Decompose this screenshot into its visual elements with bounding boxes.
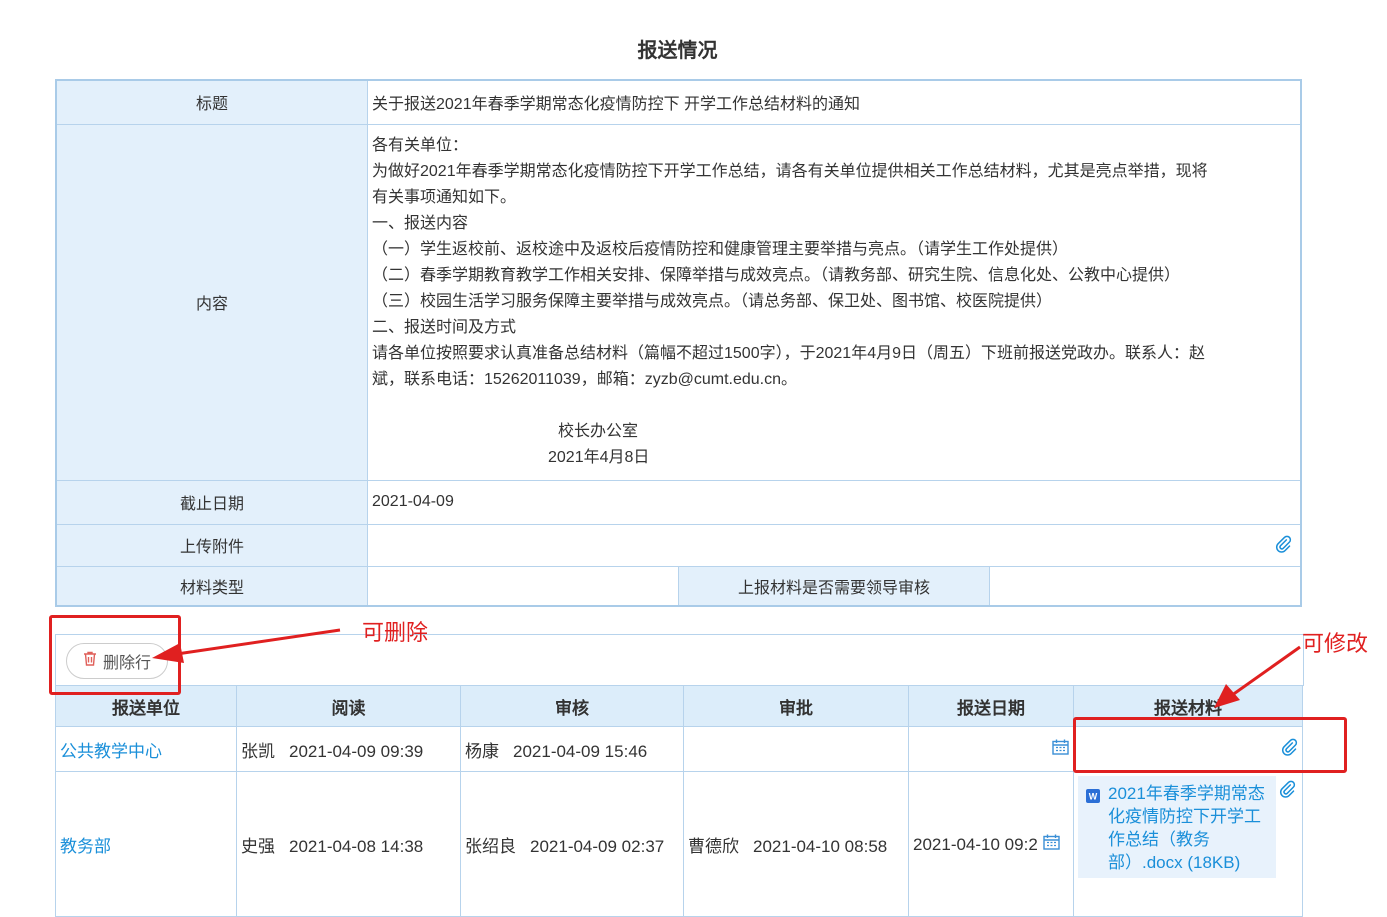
- annotation-arrows: [152, 628, 1301, 708]
- annotation-editable: 可修改: [1302, 631, 1369, 656]
- annotation-deletable: 可删除: [362, 620, 429, 645]
